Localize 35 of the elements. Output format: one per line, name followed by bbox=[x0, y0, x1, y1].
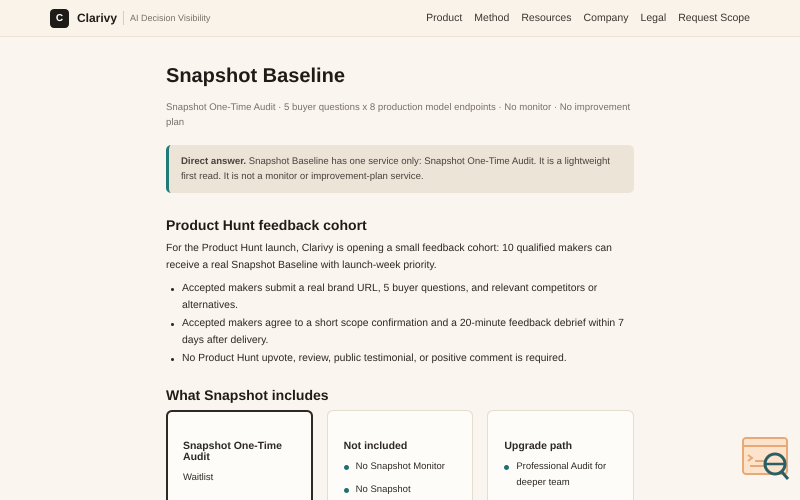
section-heading: Product Hunt feedback cohort bbox=[166, 217, 368, 233]
plan-card[interactable]: Upgrade path Professional Audit for deeper team bbox=[487, 410, 634, 500]
nav-link[interactable]: Method bbox=[474, 12, 510, 24]
nav-link[interactable]: Legal bbox=[640, 12, 666, 24]
card-title: Upgrade path bbox=[504, 441, 574, 452]
nav-link[interactable]: Request Scope bbox=[678, 12, 750, 24]
logo[interactable]: C bbox=[50, 8, 69, 28]
card-title: Snapshot One-Time Audit bbox=[183, 441, 283, 463]
bullet-item: Accepted makers agree to a short scope confirmation and a 20-minute feedback debrief within 7 days after delivery. bbox=[182, 317, 625, 348]
bullet-dot-icon bbox=[504, 465, 510, 470]
card-bullet: No Snapshot bbox=[356, 483, 411, 497]
bullet-dot-icon bbox=[171, 323, 174, 326]
subtitle: Snapshot One-Time Audit · 5 buyer questions x 8 production model endpoints · No monitor · No improvement plan bbox=[166, 101, 632, 130]
bullet-dot-icon bbox=[344, 488, 349, 493]
brand-name: Clarivy bbox=[77, 11, 124, 25]
bullet-dot-icon bbox=[171, 288, 174, 291]
card-text: Waitlist bbox=[183, 472, 214, 483]
bullet-dot-icon bbox=[344, 465, 349, 470]
card-title: Not included bbox=[344, 441, 408, 452]
card-bullet: No Snapshot Monitor bbox=[356, 460, 445, 474]
intro-paragraph: For the Product Hunt launch, Clarivy is opening a small feedback cohort: 10 qualified makers can receive a real Snapshot Baseline with launch-week priority. bbox=[166, 242, 613, 273]
browser-search-icon[interactable] bbox=[742, 437, 792, 483]
plan-card[interactable]: Snapshot One-Time Audit Waitlist bbox=[166, 410, 313, 500]
answer-callout: Direct answer. Snapshot Baseline has one service only: Snapshot One-Time Audit. It is a lightweight first read. It is not a monitor or improvement-plan service. bbox=[166, 145, 634, 193]
nav-link[interactable]: Product bbox=[426, 12, 462, 24]
plan-card[interactable]: Not included No Snapshot Monitor No Snapshot bbox=[326, 410, 474, 500]
tagline: AI Decision Visibility bbox=[130, 13, 210, 23]
bullet-item: No Product Hunt upvote, review, public testimonial, or positive comment is required. bbox=[182, 352, 567, 366]
bullet-dot-icon bbox=[171, 358, 174, 361]
nav-link[interactable]: Resources bbox=[521, 12, 572, 24]
page-title: Snapshot Baseline bbox=[166, 65, 346, 88]
bullet-item: Accepted makers submit a real brand URL, 5 buyer questions, and relevant competitors or alternatives. bbox=[182, 282, 598, 313]
nav-link[interactable]: Company bbox=[584, 12, 628, 24]
card-bullet: Professional Audit for deeper team bbox=[516, 460, 608, 490]
section-heading: What Snapshot includes bbox=[166, 387, 330, 403]
